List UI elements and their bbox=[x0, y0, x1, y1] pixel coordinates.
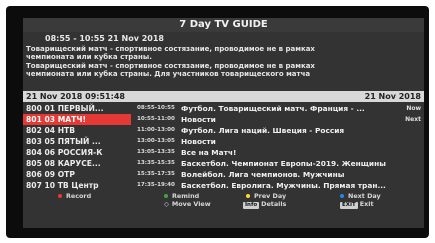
program-row[interactable]: 804 06 РОССИЯ-К 13:05-13:35 Все на Матч! bbox=[23, 147, 424, 158]
blue-dot-icon bbox=[340, 194, 344, 198]
now-badge: Now bbox=[406, 105, 421, 112]
description-line: Товарищеский матч - спортивное состязани… bbox=[26, 61, 315, 70]
next-day-key[interactable]: Next Day bbox=[340, 192, 381, 200]
diamond-nav-icon: ◇ bbox=[164, 200, 169, 208]
program-time: 13:00-13:05 bbox=[137, 138, 175, 144]
prev-day-key[interactable]: Prev Day bbox=[246, 192, 286, 200]
details-key[interactable]: Info Details bbox=[243, 200, 286, 209]
screen: 7 Day TV GUIDE 08:55 - 10:55 21 Nov 2018… bbox=[0, 0, 435, 243]
program-title: Футбол. Товарищеский матч. Франция - ... bbox=[181, 104, 365, 113]
tv-frame: 7 Day TV GUIDE 08:55 - 10:55 21 Nov 2018… bbox=[6, 6, 429, 238]
channel-name: 803 05 ПЯТЫЙ ... bbox=[26, 137, 101, 146]
program-title: Новости bbox=[181, 115, 216, 124]
program-time-range: 08:55 - 10:55 21 Nov 2018 bbox=[45, 34, 164, 43]
program-list: 800 01 ПЕРВЫЙ... 08:55-10:55 Футбол. Тов… bbox=[23, 103, 424, 191]
channel-name: 805 08 КАРУСЕ... bbox=[26, 159, 101, 168]
info-key-icon: Info bbox=[243, 202, 260, 209]
channel-name: 801 03 МАТЧ! bbox=[23, 114, 131, 125]
record-label: Record bbox=[66, 192, 92, 200]
key-legend: Record Remind Prev Day Next Day ◇ Move Vi… bbox=[23, 190, 424, 209]
red-dot-icon bbox=[58, 194, 62, 198]
remind-key[interactable]: Remind bbox=[164, 192, 199, 200]
channel-name: 800 01 ПЕРВЫЙ... bbox=[26, 104, 104, 113]
program-title: Все на Матч! bbox=[181, 148, 237, 157]
details-label: Details bbox=[261, 200, 287, 208]
description-line: Товарищеский матч - спортивное состязани… bbox=[26, 45, 315, 53]
green-dot-icon bbox=[164, 194, 168, 198]
exit-label: Exit bbox=[359, 200, 374, 208]
program-description: Товарищеский матч - спортивное состязани… bbox=[26, 45, 421, 79]
program-row[interactable]: 800 01 ПЕРВЫЙ... 08:55-10:55 Футбол. Тов… bbox=[23, 103, 424, 114]
program-row[interactable]: 802 04 НТВ 11:00-13:00 Футбол. Лига наци… bbox=[23, 125, 424, 136]
next-badge: Next bbox=[405, 116, 421, 123]
prev-day-label: Prev Day bbox=[254, 192, 287, 200]
list-date: 21 Nov 2018 bbox=[364, 92, 421, 101]
epg-panel: 7 Day TV GUIDE 08:55 - 10:55 21 Nov 2018… bbox=[23, 18, 424, 228]
program-title: Футбол. Лига наций. Швеция - Россия bbox=[181, 126, 345, 135]
page-title: 7 Day TV GUIDE bbox=[23, 18, 424, 32]
program-row-selected[interactable]: 801 03 МАТЧ! 10:55-11:00 Новости Next bbox=[23, 114, 424, 125]
program-time: 13:05-13:35 bbox=[137, 149, 175, 155]
exit-key-icon: EXIT bbox=[340, 202, 358, 209]
current-datetime: 21 Nov 2018 09:51:48 bbox=[26, 92, 125, 101]
program-title: Волейбол. Лига чемпионов. Мужчины bbox=[181, 170, 345, 179]
description-line: чемпионата или кубка страны. Для участни… bbox=[26, 70, 311, 79]
next-day-label: Next Day bbox=[348, 192, 381, 200]
channel-name: 802 04 НТВ bbox=[26, 126, 76, 135]
program-row[interactable]: 805 08 КАРУСЕ... 13:35-15:35 Баскетбол. … bbox=[23, 158, 424, 169]
program-title: Баскетбол. Чемпионат Европы-2019. Женщин… bbox=[181, 159, 386, 168]
channel-name: 806 09 ОТР bbox=[26, 170, 75, 179]
description-line: чемпионата или кубка страны. bbox=[26, 53, 152, 62]
remind-label: Remind bbox=[172, 192, 200, 200]
program-time: 08:55-10:55 bbox=[137, 105, 175, 111]
yellow-dot-icon bbox=[246, 194, 250, 198]
channel-name: 804 06 РОССИЯ-К bbox=[26, 148, 103, 157]
move-view-label: Move View bbox=[171, 200, 211, 208]
program-time: 15:35-17:35 bbox=[137, 171, 175, 177]
program-row[interactable]: 803 05 ПЯТЫЙ ... 13:00-13:05 Новости bbox=[23, 136, 424, 147]
record-key[interactable]: Record bbox=[58, 192, 91, 200]
program-row[interactable]: 806 09 ОТР 15:35-17:35 Волейбол. Лига че… bbox=[23, 169, 424, 180]
program-time: 11:00-13:00 bbox=[137, 127, 175, 133]
program-title: Новости bbox=[181, 137, 216, 146]
program-time: 13:35-15:35 bbox=[137, 160, 175, 166]
date-bar: 21 Nov 2018 09:51:48 21 Nov 2018 bbox=[23, 91, 424, 102]
move-view-key[interactable]: ◇ Move View bbox=[164, 200, 211, 208]
program-time: 10:55-11:00 bbox=[137, 116, 175, 122]
exit-key[interactable]: EXIT Exit bbox=[340, 200, 374, 209]
